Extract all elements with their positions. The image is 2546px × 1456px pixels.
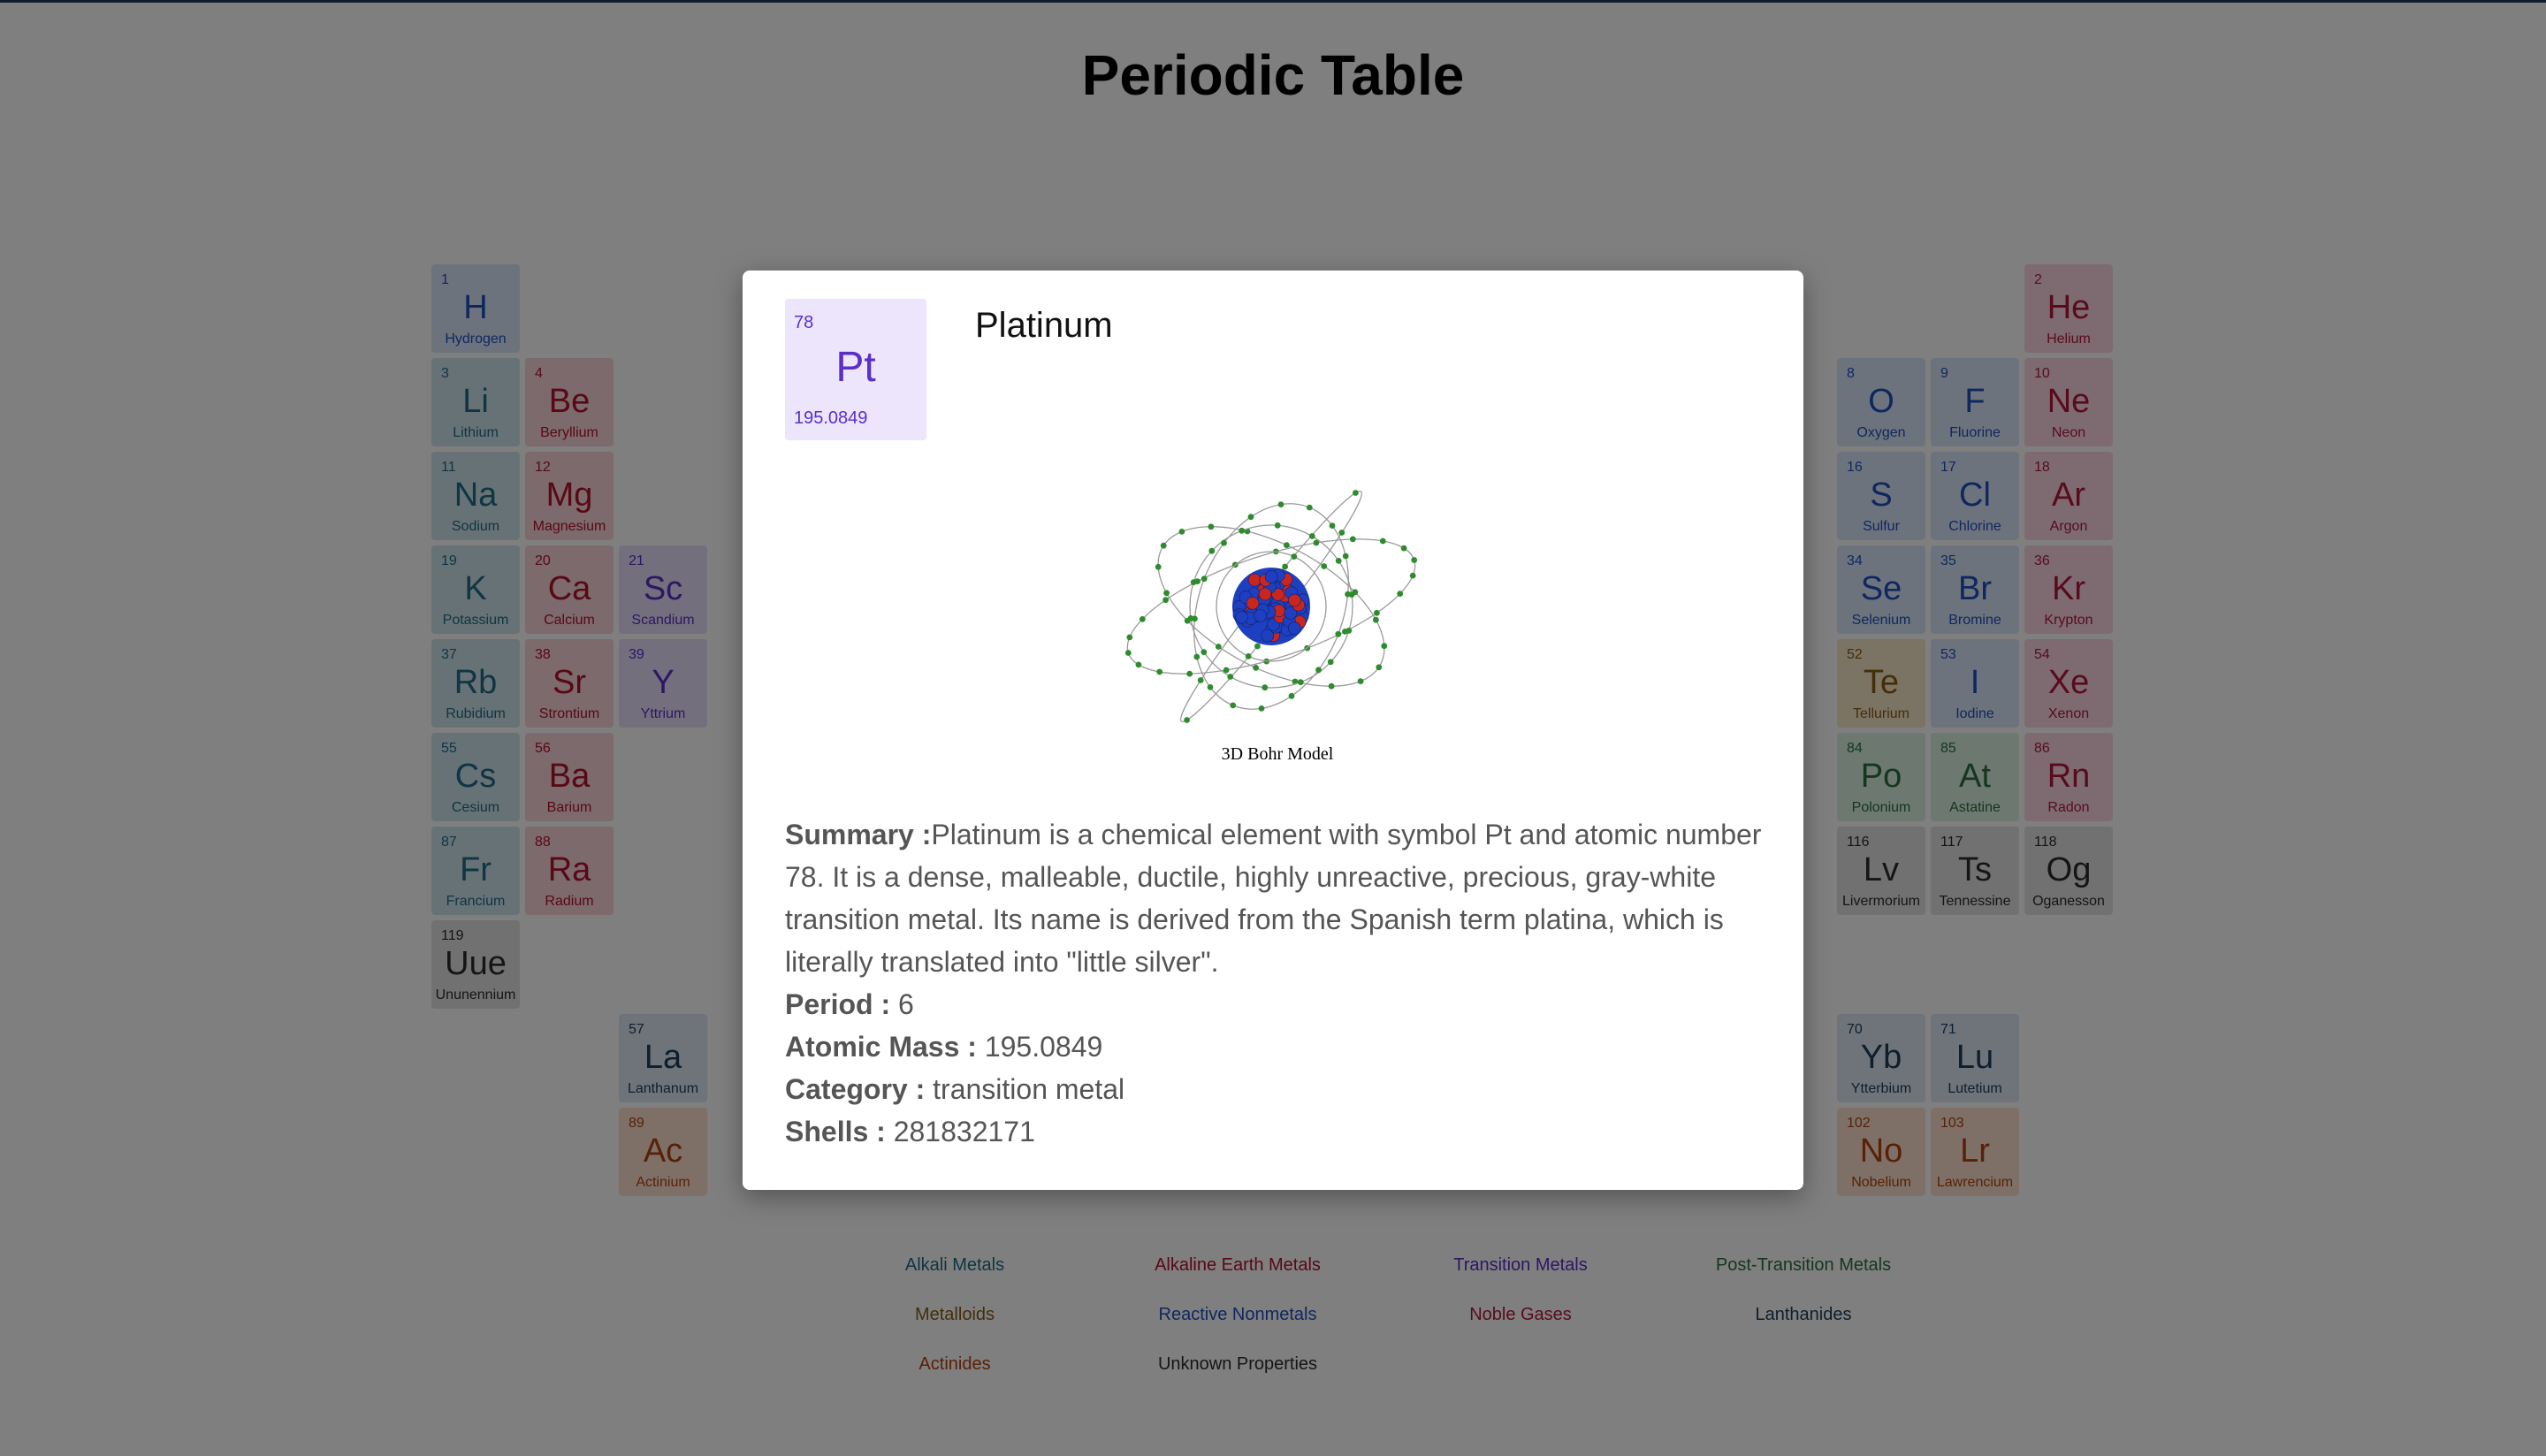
- electron-dot: [1163, 590, 1170, 597]
- electron-dot: [1254, 643, 1261, 650]
- summary-row: Summary :Platinum is a chemical element …: [785, 813, 1766, 983]
- electron-dot: [1374, 609, 1380, 616]
- electron-dot: [1274, 522, 1281, 529]
- electron-dot: [1135, 661, 1142, 668]
- electron-dot: [1284, 542, 1290, 548]
- atomic-mass-label: Atomic Mass :: [785, 1031, 977, 1063]
- electron-dot: [1338, 530, 1345, 536]
- electron-dot: [1277, 501, 1284, 507]
- electron-dot: [1201, 576, 1208, 583]
- electron-dot: [1411, 557, 1418, 563]
- category-row: Category : transition metal: [785, 1068, 1766, 1110]
- bohr-model-caption: 3D Bohr Model: [1221, 744, 1334, 764]
- electron-dot: [1156, 668, 1163, 675]
- electron-dot: [1328, 682, 1335, 690]
- electron-dot: [1162, 597, 1169, 604]
- electron-dot: [1239, 527, 1246, 534]
- nucleon: [1287, 621, 1301, 635]
- electron-dot: [1400, 545, 1407, 552]
- electron-dot: [1190, 579, 1197, 585]
- shells-row: Shells : 281832171: [785, 1110, 1766, 1153]
- nucleon: [1264, 570, 1278, 583]
- electron-dot: [1357, 678, 1364, 684]
- bohr-model-image: [1124, 490, 1418, 723]
- nucleon: [1235, 611, 1248, 624]
- atomic-mass-value: 195.0849: [984, 1031, 1103, 1063]
- summary-label: Summary :: [785, 819, 932, 850]
- electron-dot: [1297, 679, 1304, 686]
- electron-dot: [1184, 717, 1190, 723]
- electron-dot: [1227, 674, 1234, 680]
- electron-dot: [1308, 533, 1315, 539]
- category-label: Category :: [785, 1073, 926, 1105]
- electron-dot: [1321, 563, 1328, 569]
- electron-dot: [1193, 653, 1201, 660]
- electron-dot: [1247, 514, 1254, 521]
- electron-dot: [1126, 634, 1133, 641]
- nucleon: [1288, 593, 1301, 607]
- electron-dot: [1376, 664, 1383, 671]
- element-name: Platinum: [975, 306, 1113, 345]
- electron-dot: [1345, 628, 1353, 634]
- electron-dot: [1186, 670, 1193, 677]
- electron-dot: [1197, 677, 1204, 683]
- electron-dot: [1178, 529, 1185, 535]
- electron-dot: [1160, 542, 1167, 549]
- atomic-mass-row: Atomic Mass : 195.0849: [785, 1025, 1766, 1068]
- electron-dot: [1208, 523, 1215, 530]
- shells-value: 281832171: [893, 1116, 1035, 1147]
- element-mass: 195.0849: [794, 408, 868, 428]
- electron-dot: [1221, 539, 1227, 546]
- nucleon: [1258, 587, 1272, 601]
- shells-label: Shells :: [785, 1116, 886, 1147]
- element-symbol: Pt: [835, 344, 876, 391]
- electron-dot: [1342, 553, 1349, 560]
- period-row: Period : 6: [785, 983, 1766, 1025]
- electron-dot: [1409, 572, 1416, 579]
- electron-dot: [1245, 653, 1252, 659]
- period-label: Period :: [785, 988, 891, 1020]
- electron-dot: [1327, 659, 1334, 666]
- electron-dot: [1124, 650, 1132, 656]
- element-tile: 78 Pt 195.0849: [785, 299, 926, 440]
- electron-dot: [1291, 553, 1298, 560]
- electron-dot: [1373, 616, 1379, 623]
- electron-dot: [1306, 504, 1313, 511]
- electron-dot: [1353, 490, 1359, 496]
- summary-text: Platinum is a chemical element with symb…: [785, 819, 1762, 978]
- electron-dot: [1288, 692, 1295, 699]
- electron-dot: [1230, 702, 1237, 709]
- atomic-number: 78: [794, 313, 814, 332]
- electron-dot: [1192, 615, 1198, 622]
- electron-dot: [1329, 522, 1336, 529]
- element-details: Summary :Platinum is a chemical element …: [785, 813, 1766, 1153]
- electron-dot: [1262, 684, 1269, 691]
- electron-dot: [1349, 536, 1356, 543]
- electron-dot: [1215, 644, 1222, 650]
- element-detail-modal: 78 Pt 195.0849 Platinum 3D Bohr Model Su…: [743, 271, 1803, 1190]
- nucleon: [1254, 609, 1267, 622]
- electron-dot: [1315, 667, 1322, 674]
- electron-dot: [1201, 649, 1208, 655]
- electron-dot: [1381, 643, 1388, 650]
- category-value: transition metal: [933, 1073, 1125, 1105]
- electron-dot: [1282, 563, 1288, 570]
- nucleon: [1247, 573, 1262, 587]
- electron-dot: [1253, 665, 1259, 671]
- period-value: 6: [898, 988, 914, 1020]
- electron-dot: [1208, 547, 1216, 554]
- electron-dot: [1397, 591, 1404, 597]
- electron-dot: [1379, 537, 1386, 545]
- electron-dot: [1335, 630, 1342, 637]
- electron-dot: [1155, 563, 1162, 570]
- electron-dot: [1207, 684, 1214, 690]
- electron-dot: [1139, 616, 1146, 622]
- electron-dot: [1345, 591, 1351, 598]
- nucleon: [1246, 597, 1260, 610]
- electron-dot: [1258, 705, 1265, 712]
- electron-dot: [1335, 558, 1342, 564]
